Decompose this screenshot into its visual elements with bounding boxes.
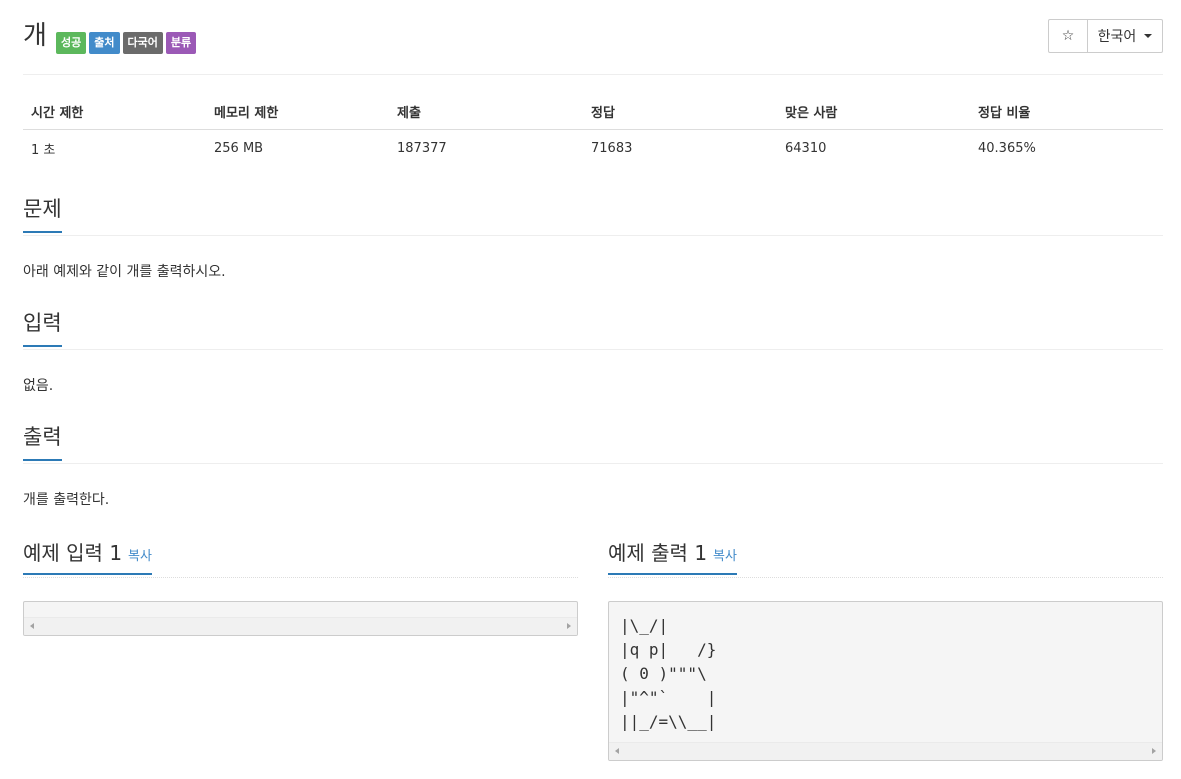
problem-labels: 성공 출처 다국어 분류 bbox=[56, 32, 197, 54]
sample-input-heading: 예제 입력 1 복사 bbox=[23, 535, 152, 575]
sample-input-title: 예제 입력 1 bbox=[23, 541, 123, 565]
time-limit-header: 시간 제한 bbox=[23, 93, 206, 130]
problem-title: 개 bbox=[23, 21, 47, 51]
sample-output-line: |"^"` | bbox=[620, 688, 717, 707]
accept-rate-header: 정답 비율 bbox=[970, 93, 1163, 130]
sample-output-line: |\_/| bbox=[620, 616, 669, 635]
header-button-group: ☆ 한국어 bbox=[1048, 19, 1163, 53]
scroll-right-icon[interactable] bbox=[567, 623, 571, 629]
table-header-row: 시간 제한 메모리 제한 제출 정답 맞은 사람 정답 비율 bbox=[23, 93, 1163, 130]
input-text: 없음. bbox=[23, 378, 54, 394]
scroll-left-icon[interactable] bbox=[30, 623, 34, 629]
sample-output-line: ||_/=\\__| bbox=[620, 712, 717, 731]
submissions-header: 제출 bbox=[389, 93, 583, 130]
accepted-header: 정답 bbox=[583, 93, 777, 130]
sample-input-headline: 예제 입력 1 복사 bbox=[23, 535, 578, 578]
memory-limit-value: 256 MB bbox=[214, 140, 264, 156]
sample-output-heading: 예제 출력 1 복사 bbox=[608, 535, 737, 575]
language-label: 한국어 bbox=[1097, 29, 1137, 45]
horizontal-scrollbar[interactable] bbox=[609, 742, 1162, 760]
problem-info-table: 시간 제한 메모리 제한 제출 정답 맞은 사람 정답 비율 1 초 256 M… bbox=[23, 93, 1163, 166]
sample-output-headline: 예제 출력 1 복사 bbox=[608, 535, 1163, 578]
sample-output-line: ( 0 )"""\ bbox=[620, 664, 707, 683]
output-headline: 출력 bbox=[23, 419, 1163, 464]
language-dropdown[interactable]: 한국어 bbox=[1088, 19, 1163, 53]
sample-output-title: 예제 출력 1 bbox=[608, 541, 708, 565]
caret-down-icon bbox=[1144, 34, 1153, 38]
copy-sample-output-link[interactable]: 복사 bbox=[713, 549, 737, 564]
input-headline: 입력 bbox=[23, 305, 1163, 350]
output-text: 개를 출력한다. bbox=[23, 492, 110, 508]
copy-sample-input-link[interactable]: 복사 bbox=[128, 549, 152, 564]
input-heading: 입력 bbox=[23, 305, 62, 347]
description-headline: 문제 bbox=[23, 191, 1163, 236]
header-divider bbox=[23, 74, 1163, 75]
memory-limit-header: 메모리 제한 bbox=[206, 93, 389, 130]
scroll-right-icon[interactable] bbox=[1152, 748, 1156, 754]
sample-output-box[interactable]: |\_/| |q p| /} ( 0 )"""\ |"^"` | ||_/=\\… bbox=[608, 601, 1163, 761]
time-limit-value: 1 초 bbox=[31, 142, 56, 158]
accept-rate-value: 40.365% bbox=[978, 140, 1036, 156]
favorite-button[interactable]: ☆ bbox=[1048, 19, 1088, 53]
table-row: 1 초 256 MB 187377 71683 64310 40.365% bbox=[23, 130, 1163, 167]
sample-input-box[interactable] bbox=[23, 601, 578, 636]
description-text: 아래 예제와 같이 개를 출력하시오. bbox=[23, 264, 226, 280]
solved-users-value: 64310 bbox=[785, 140, 827, 156]
sample-output-line: |q p| /} bbox=[620, 640, 717, 659]
description-heading: 문제 bbox=[23, 191, 62, 233]
submissions-value: 187377 bbox=[397, 140, 447, 156]
label-category[interactable]: 분류 bbox=[165, 32, 197, 54]
label-success[interactable]: 성공 bbox=[56, 32, 87, 54]
solved-users-header: 맞은 사람 bbox=[777, 93, 970, 130]
output-heading: 출력 bbox=[23, 419, 62, 461]
label-multilang[interactable]: 다국어 bbox=[122, 32, 163, 54]
scroll-left-icon[interactable] bbox=[615, 748, 619, 754]
accepted-value: 71683 bbox=[591, 140, 633, 156]
sample-output-content: |\_/| |q p| /} ( 0 )"""\ |"^"` | ||_/=\\… bbox=[609, 602, 1162, 734]
star-icon: ☆ bbox=[1061, 28, 1075, 44]
label-source[interactable]: 출처 bbox=[89, 32, 120, 54]
horizontal-scrollbar[interactable] bbox=[24, 617, 577, 635]
